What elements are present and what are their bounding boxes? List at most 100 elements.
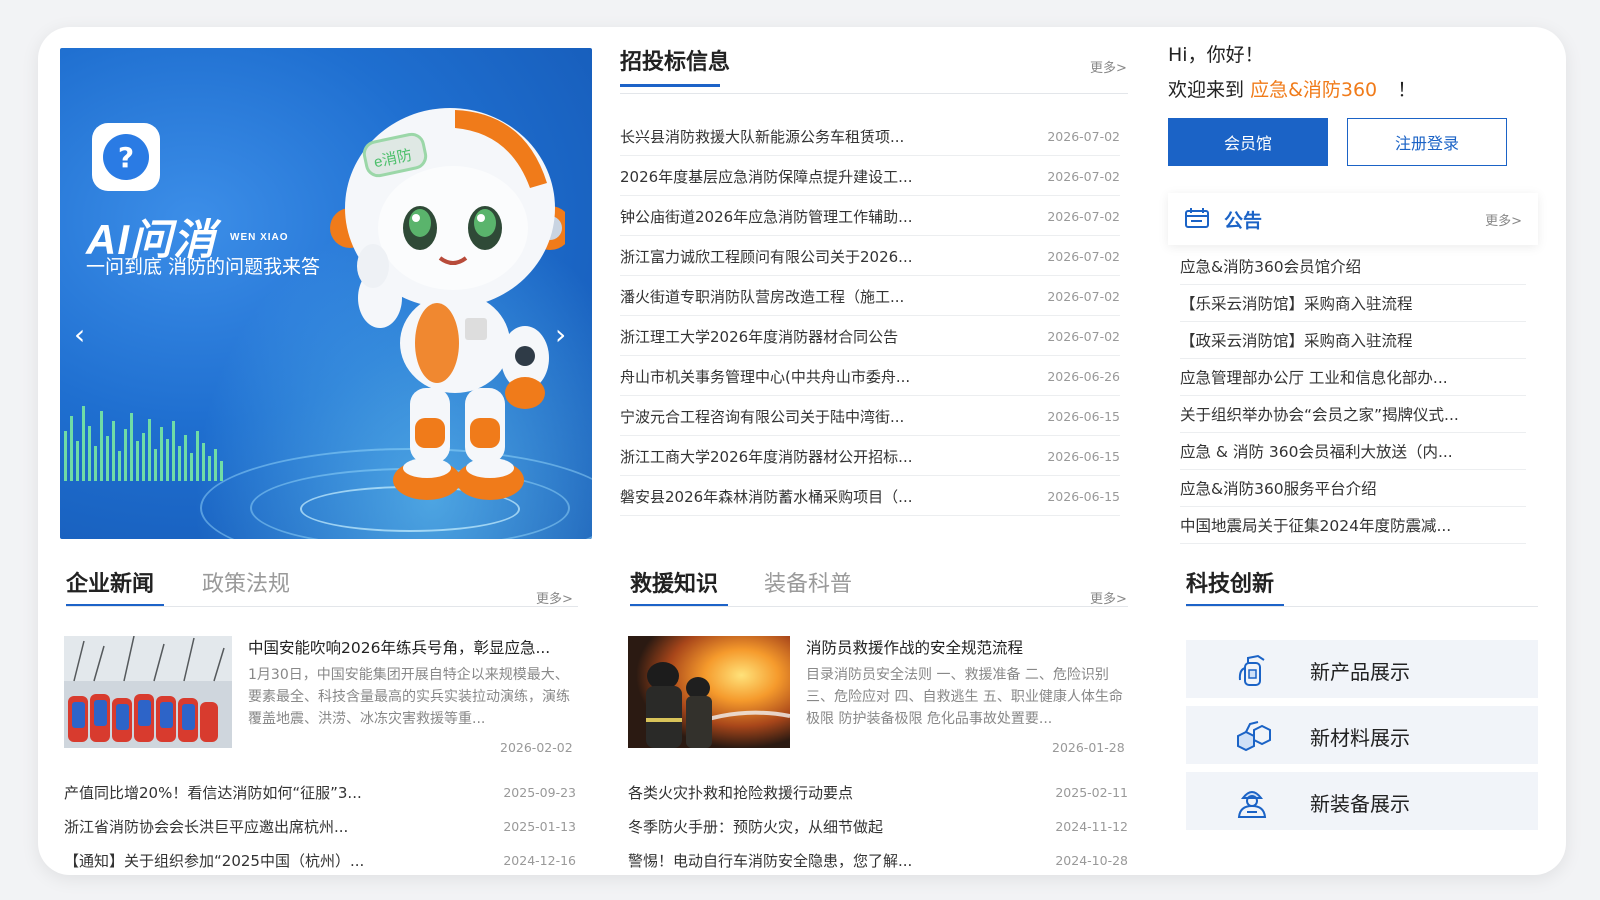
news-list-item[interactable]: 浙江省消防协会会长洪巨平应邀出席杭州... 2025-01-13 [64, 810, 576, 843]
bidding-item-date: 2026-07-02 [1047, 169, 1120, 184]
news-item-date: 2024-12-16 [503, 853, 576, 868]
welcome-text: 欢迎来到 应急&消防360 ！ [1168, 75, 1416, 102]
bidding-item-title: 舟山市机关事务管理中心(中共舟山市委舟... [620, 368, 911, 386]
bidding-item-title: 浙江富力诚欣工程顾问有限公司关于2026... [620, 248, 913, 266]
rescue-thumbnail[interactable] [628, 636, 790, 748]
rescue-list-item[interactable]: 冬季防火手册：预防火灾，从细节做起 2024-11-12 [628, 810, 1128, 843]
bidding-title: 招投标信息 [620, 50, 731, 75]
notice-title: 公告 [1224, 210, 1263, 232]
bidding-item-date: 2026-06-26 [1047, 369, 1120, 384]
bidding-item-title: 2026年度基层应急消防保障点提升建设工... [620, 168, 913, 186]
bidding-item-title: 浙江理工大学2026年度消防器材合同公告 [620, 328, 899, 346]
rescue-item-title: 冬季防火手册：预防火灾，从细节做起 [628, 818, 884, 836]
news-list-item[interactable]: 【通知】关于组织参加“2025中国（杭州）... 2024-12-16 [64, 844, 576, 877]
bidding-item-title: 钟公庙街道2026年应急消防管理工作辅助... [620, 208, 913, 226]
bidding-list-item[interactable]: 长兴县消防救援大队新能源公务车租赁项... 2026-07-02 [620, 118, 1120, 156]
news-featured-body: 1月30日，中国安能集团开展自特企以来规模最大、要素最全、科技含量最高的实兵实装… [248, 667, 570, 727]
new-equipment-card[interactable]: 新装备展示 [1186, 772, 1538, 830]
divider [630, 606, 1128, 607]
fire-extinguisher-icon [1238, 654, 1265, 686]
notice-list-item[interactable]: 中国地震局关于征集2024年度防震减... [1180, 507, 1526, 544]
notice-list-item[interactable]: 【乐采云消防馆】采购商入驻流程 [1180, 285, 1526, 322]
notice-list-item[interactable]: 【政采云消防馆】采购商入驻流程 [1180, 322, 1526, 359]
divider [620, 93, 1128, 94]
rescue-item-title: 警惕！电动自行车消防安全隐患，您了解... [628, 852, 913, 870]
bidding-list-item[interactable]: 舟山市机关事务管理中心(中共舟山市委舟... 2026-06-26 [620, 358, 1120, 396]
banner-title-en: WEN XIAO [230, 232, 289, 243]
tab-rescue-knowledge[interactable]: 救援知识 [630, 566, 718, 598]
notice-more-link[interactable]: 更多> [1485, 210, 1522, 229]
member-hall-button[interactable]: 会员馆 [1168, 118, 1328, 166]
news-item-title: 浙江省消防协会会长洪巨平应邀出席杭州... [64, 818, 349, 836]
bidding-item-date: 2026-07-02 [1047, 289, 1120, 304]
brand-name[interactable]: 应急&消防360 [1250, 79, 1377, 101]
chevron-left-icon[interactable]: ‹ [74, 318, 85, 351]
rescue-featured-body: 目录消防员安全法则 一、救援准备 二、危险识别三、危险应对 四、自救逃生 五、职… [806, 667, 1123, 727]
notice-list-item[interactable]: 应急 & 消防 360会员福利大放送（内... [1180, 433, 1526, 470]
robot-mascot: e消防 [330, 108, 565, 500]
bidding-more-link[interactable]: 更多> [1090, 57, 1127, 76]
new-products-label: 新产品展示 [1310, 660, 1410, 684]
rescue-item-date: 2024-11-12 [1055, 819, 1128, 834]
notice-list-item[interactable]: 关于组织举办协会“会员之家”揭牌仪式... [1180, 396, 1526, 433]
cubes-icon [1237, 721, 1271, 752]
tech-title: 科技创新 [1186, 572, 1275, 597]
firefighter-photo [628, 636, 790, 748]
bidding-item-title: 浙江工商大学2026年度消防器材公开招标... [620, 448, 913, 466]
rescue-item-date: 2025-02-11 [1055, 785, 1128, 800]
divider [66, 606, 578, 607]
notice-header: 公告 更多> [1168, 193, 1538, 245]
news-item-date: 2025-01-13 [503, 819, 576, 834]
tab-enterprise-news[interactable]: 企业新闻 [66, 566, 154, 598]
soundwave-graphic [64, 406, 223, 481]
new-equipment-label: 新装备展示 [1310, 792, 1410, 816]
bidding-item-date: 2026-07-02 [1047, 249, 1120, 264]
notice-calendar-icon [1185, 208, 1209, 228]
news-item-date: 2025-09-23 [503, 785, 576, 800]
ai-logo: ? [92, 123, 160, 191]
bidding-title-underline [620, 84, 720, 87]
news-list-item[interactable]: 产值同比增20%！看信达消防如何“征服”3... 2025-09-23 [64, 776, 576, 809]
news-item-title: 【通知】关于组织参加“2025中国（杭州）... [64, 852, 365, 870]
rescue-featured-date: 2026-01-28 [1052, 740, 1125, 755]
rescue-list-item[interactable]: 警惕！电动自行车消防安全隐患，您了解... 2024-10-28 [628, 844, 1128, 877]
rescue-featured-title[interactable]: 消防员救援作战的安全规范流程 [806, 636, 1128, 658]
ai-banner[interactable]: ? AI问消 WEN XIAO 一问到底 消防的问题我来答 ‹ › e消防 [60, 48, 592, 539]
bidding-item-title: 宁波元合工程咨询有限公司关于陆中湾街... [620, 408, 905, 426]
bidding-list-item[interactable]: 钟公庙街道2026年应急消防管理工作辅助... 2026-07-02 [620, 198, 1120, 236]
banner-slogan: 一问到底 消防的问题我来答 [86, 256, 321, 278]
register-login-button[interactable]: 注册登录 [1347, 118, 1507, 166]
news-thumbnail[interactable] [64, 636, 232, 748]
tab-equipment-science[interactable]: 装备科普 [764, 566, 852, 598]
new-materials-card[interactable]: 新材料展示 [1186, 706, 1538, 764]
question-icon: ? [103, 134, 149, 180]
bidding-list-item[interactable]: 宁波元合工程咨询有限公司关于陆中湾街... 2026-06-15 [620, 398, 1120, 436]
bidding-list-item[interactable]: 2026年度基层应急消防保障点提升建设工... 2026-07-02 [620, 158, 1120, 196]
bidding-item-date: 2026-06-15 [1047, 409, 1120, 424]
news-featured-date: 2026-02-02 [500, 740, 573, 755]
bidding-item-title: 长兴县消防救援大队新能源公务车租赁项... [620, 128, 905, 146]
notice-list-item[interactable]: 应急&消防360服务平台介绍 [1180, 470, 1526, 507]
news-featured-title[interactable]: 中国安能吹响2026年练兵号角，彰显应急... [248, 636, 578, 658]
welcome-prefix: 欢迎来到 [1168, 79, 1245, 101]
rescue-more-link[interactable]: 更多> [1090, 588, 1127, 607]
bidding-list-item[interactable]: 浙江理工大学2026年度消防器材合同公告 2026-07-02 [620, 318, 1120, 356]
tab-policy-regulations[interactable]: 政策法规 [202, 566, 290, 598]
bidding-list-item[interactable]: 浙江富力诚欣工程顾问有限公司关于2026... 2026-07-02 [620, 238, 1120, 276]
bidding-item-date: 2026-06-15 [1047, 449, 1120, 464]
bidding-item-title: 潘火街道专职消防队营房改造工程（施工... [620, 288, 905, 306]
rescue-item-title: 各类火灾扑救和抢险救援行动要点 [628, 784, 854, 802]
bidding-list-item[interactable]: 磐安县2026年森林消防蓄水桶采购项目（... 2026-06-15 [620, 478, 1120, 516]
firefighter-icon [1237, 791, 1267, 818]
news-photo [64, 636, 232, 748]
bidding-item-date: 2026-07-02 [1047, 129, 1120, 144]
bidding-list-item[interactable]: 浙江工商大学2026年度消防器材公开招标... 2026-06-15 [620, 438, 1120, 476]
new-products-card[interactable]: 新产品展示 [1186, 640, 1538, 698]
rescue-item-date: 2024-10-28 [1055, 853, 1128, 868]
bidding-list-item[interactable]: 潘火街道专职消防队营房改造工程（施工... 2026-07-02 [620, 278, 1120, 316]
notice-list-item[interactable]: 应急管理部办公厅 工业和信息化部办... [1180, 359, 1526, 396]
news-more-link[interactable]: 更多> [536, 588, 573, 607]
rescue-list-item[interactable]: 各类火灾扑救和抢险救援行动要点 2025-02-11 [628, 776, 1128, 809]
notice-list-item[interactable]: 应急&消防360会员馆介绍 [1180, 248, 1526, 285]
welcome-suffix: ！ [1397, 79, 1417, 101]
